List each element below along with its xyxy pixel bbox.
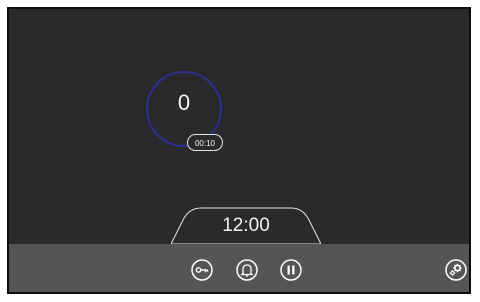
device-screen: 0 00:10 12:00 bbox=[7, 7, 471, 294]
settings-button[interactable] bbox=[445, 259, 467, 281]
key-button[interactable] bbox=[191, 259, 213, 281]
pause-icon bbox=[280, 259, 302, 281]
bell-icon bbox=[236, 259, 258, 281]
clock-time: 12:00 bbox=[222, 215, 270, 236]
key-icon bbox=[191, 259, 213, 281]
gear-icon bbox=[445, 259, 467, 281]
bell-button[interactable] bbox=[236, 259, 258, 281]
countdown-badge: 00:10 bbox=[187, 134, 223, 151]
clock-tab: 12:00 bbox=[171, 206, 321, 244]
pause-button[interactable] bbox=[280, 259, 302, 281]
bottom-toolbar bbox=[9, 244, 469, 292]
counter-value: 0 bbox=[177, 90, 191, 115]
